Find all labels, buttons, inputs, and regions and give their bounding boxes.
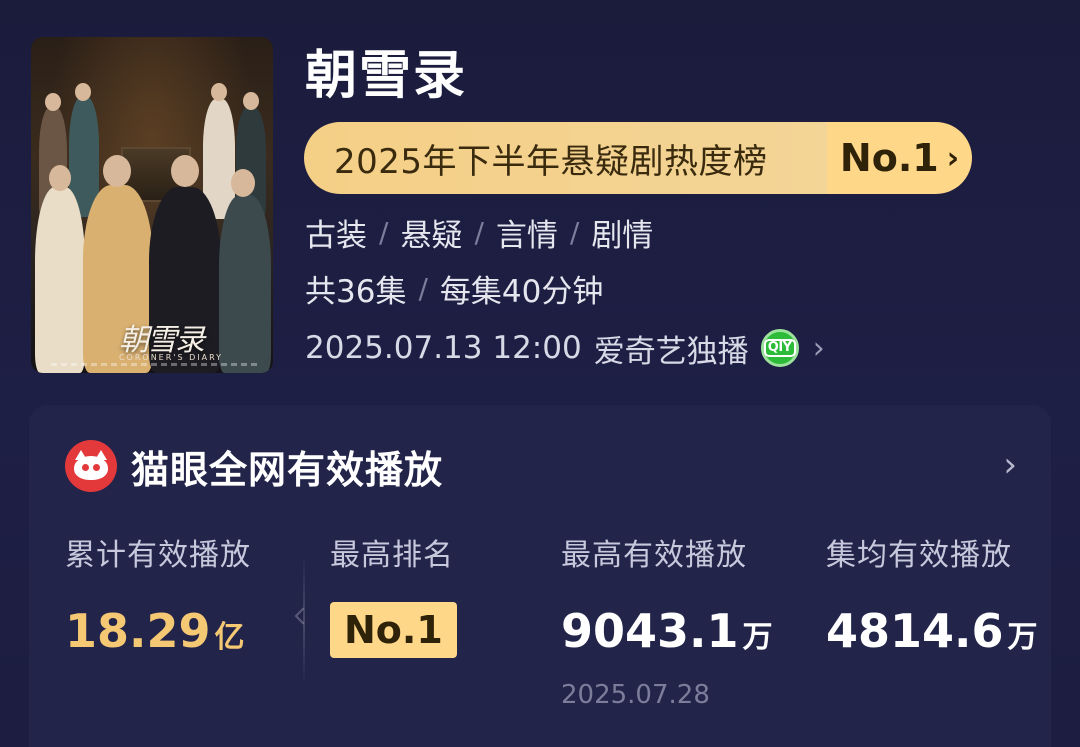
stat-date: 2025.07.28 xyxy=(561,680,710,710)
stat-highest-rank: 最高排名 No.1 xyxy=(330,530,457,658)
ranking-banner[interactable]: 2025年下半年悬疑剧热度榜 No.1 › xyxy=(304,122,972,194)
iqiyi-icon-text: QIY xyxy=(763,339,796,357)
stat-value: 9043.1 万 xyxy=(561,604,773,658)
episode-duration: 每集40分钟 xyxy=(439,273,604,310)
tag-separator: / xyxy=(379,215,389,249)
stat-unit: 亿 xyxy=(214,620,245,655)
drama-detail-page: 朝雪录 CORONER'S DIARY 朝雪录 2025年下半年悬疑剧热度榜 N… xyxy=(0,0,1080,747)
info-separator: / xyxy=(418,271,428,305)
stat-label: 集均有效播放 xyxy=(826,538,1012,573)
release-info[interactable]: 2025.07.13 12:00 爱奇艺独播 QIY › xyxy=(305,326,825,370)
poster-figure-head xyxy=(75,83,91,101)
poster-credits xyxy=(51,363,261,366)
stat-total-plays: 累计有效播放 18.29 亿 xyxy=(65,530,251,658)
poster-english-title: CORONER'S DIARY xyxy=(118,353,224,362)
maoyan-card-header[interactable]: 猫眼全网有效播放 xyxy=(65,437,443,495)
stat-number: 18.29 xyxy=(65,604,211,658)
poster-figure-head xyxy=(243,92,259,110)
episode-info: 共36集 / 每集40分钟 xyxy=(305,266,603,310)
stat-label: 累计有效播放 xyxy=(65,538,251,573)
poster-figure-head xyxy=(231,169,255,197)
chevron-right-icon[interactable]: › xyxy=(1003,445,1017,485)
tag-separator: / xyxy=(569,215,580,249)
maoyan-cat-icon xyxy=(65,440,117,492)
genre-tag[interactable]: 悬疑 xyxy=(400,210,462,255)
maoyan-eye xyxy=(82,464,89,471)
genre-tag[interactable]: 古装 xyxy=(305,210,367,255)
ranking-banner-label: 2025年下半年悬疑剧热度榜 xyxy=(304,122,827,194)
poster-figure xyxy=(219,195,271,373)
release-platform: 爱奇艺独播 xyxy=(593,333,749,370)
stat-unit: 万 xyxy=(742,620,773,655)
ranking-banner-rank: No.1 › xyxy=(827,122,972,194)
maoyan-eye xyxy=(93,464,100,471)
maoyan-face xyxy=(74,456,108,480)
poster-figure-head xyxy=(171,155,199,187)
stat-label: 最高有效播放 xyxy=(561,538,747,573)
maoyan-card-title: 猫眼全网有效播放 xyxy=(131,447,444,492)
rank-badge: No.1 xyxy=(330,602,457,658)
poster-figure-head xyxy=(211,83,227,101)
stat-avg-episode-plays: 集均有效播放 4814.6 万 xyxy=(826,530,1038,658)
stat-value: 18.29 亿 xyxy=(65,604,251,658)
poster-figure-head xyxy=(103,155,131,187)
stat-number: 9043.1 xyxy=(561,604,739,658)
stat-peak-plays: 最高有效播放 9043.1 万 2025.07.28 xyxy=(561,530,773,710)
genre-tags: 古装 / 悬疑 / 言情 / 剧情 xyxy=(305,210,653,254)
genre-tag[interactable]: 言情 xyxy=(496,210,558,255)
episode-count: 共36集 xyxy=(305,273,407,310)
chevron-right-icon: › xyxy=(812,330,825,366)
stat-unit: 万 xyxy=(1007,620,1038,655)
divider-notch xyxy=(294,607,312,625)
poster-figure-head xyxy=(49,165,71,191)
drama-poster[interactable]: 朝雪录 CORONER'S DIARY xyxy=(31,37,273,373)
tag-separator: / xyxy=(474,215,484,249)
genre-tag[interactable]: 剧情 xyxy=(591,210,653,255)
chevron-right-icon: › xyxy=(946,140,960,176)
iqiyi-icon: QIY xyxy=(760,329,799,367)
stat-value: 4814.6 万 xyxy=(826,604,1038,658)
stat-label: 最高排名 xyxy=(330,538,454,573)
ranking-banner-rank-text: No.1 xyxy=(839,136,939,180)
poster-figure xyxy=(35,187,85,373)
maoyan-stats-card: 猫眼全网有效播放 › 累计有效播放 18.29 亿 最高排名 No.1 最高有效… xyxy=(29,405,1051,747)
drama-title: 朝雪录 xyxy=(305,46,468,106)
stat-number: 4814.6 xyxy=(826,604,1004,658)
poster-figure-head xyxy=(45,93,61,111)
release-datetime: 2025.07.13 12:00 xyxy=(305,330,582,366)
